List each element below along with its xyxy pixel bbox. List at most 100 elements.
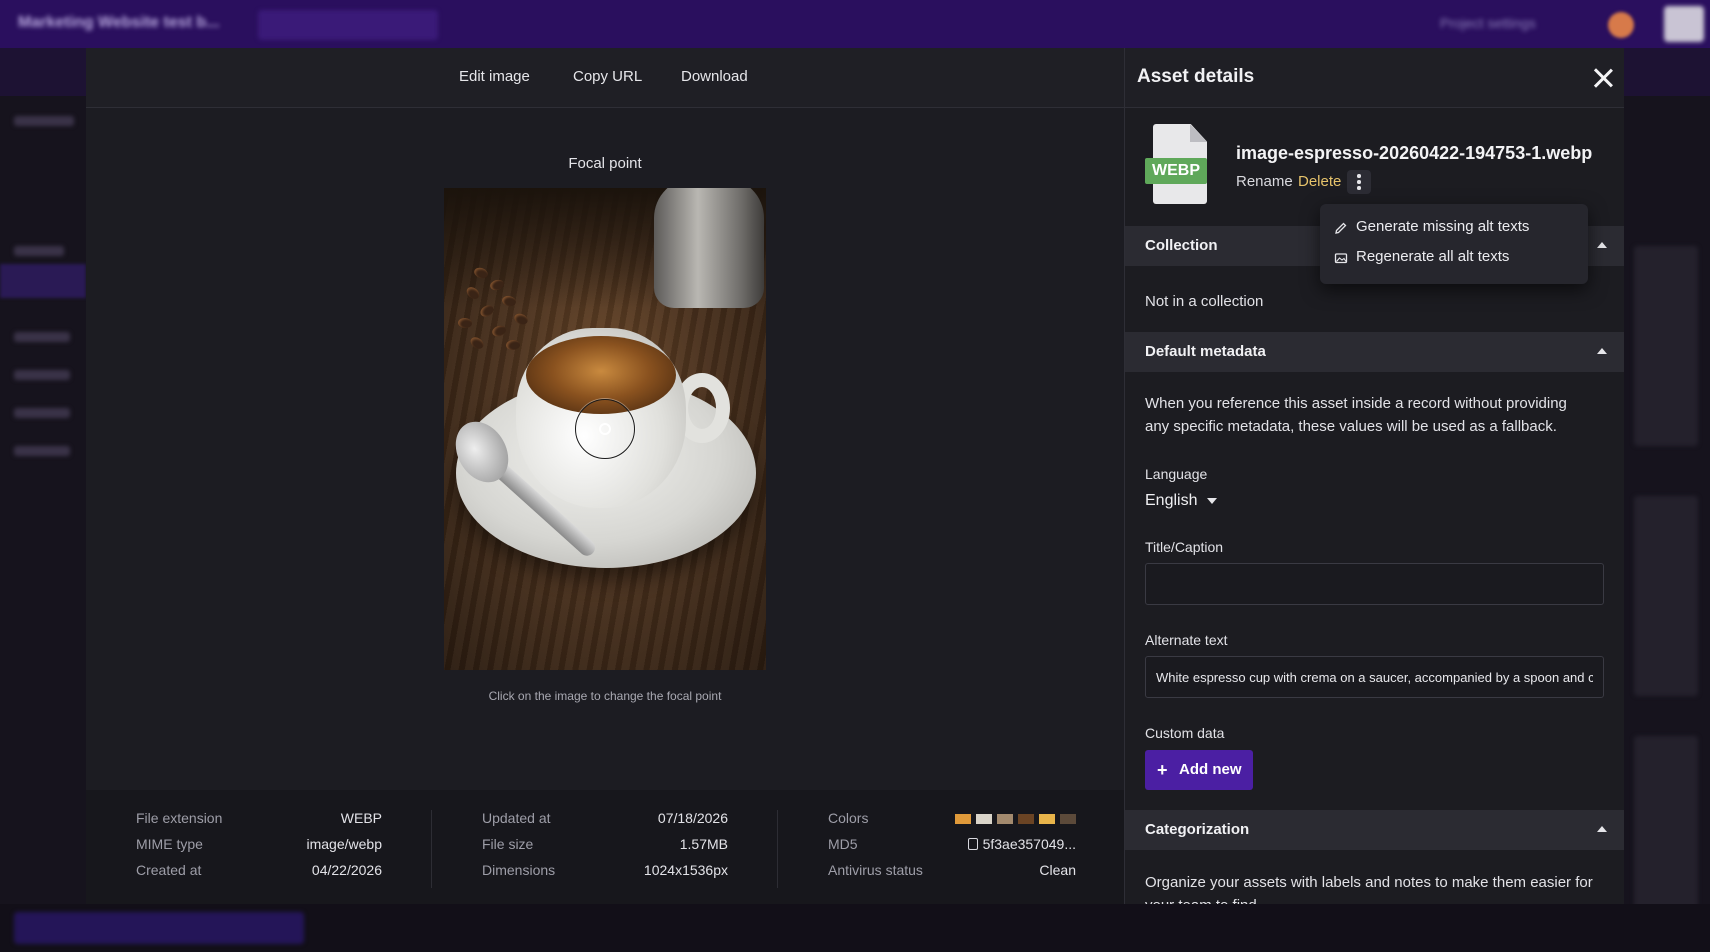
delete-button[interactable]: Delete bbox=[1298, 173, 1341, 190]
menu-item-label: Regenerate all alt texts bbox=[1356, 248, 1510, 265]
edit-image-button[interactable]: Edit image bbox=[459, 68, 530, 85]
close-icon[interactable] bbox=[1589, 64, 1617, 92]
file-type-badge: WEBP bbox=[1145, 158, 1207, 184]
environment-pill bbox=[258, 10, 438, 40]
title-caption-label: Title/Caption bbox=[1145, 539, 1224, 555]
color-swatches bbox=[955, 814, 1076, 824]
language-value: English bbox=[1145, 492, 1198, 509]
preview-toolbar: Edit image Copy URL Download bbox=[86, 48, 1124, 108]
metadata-value: image/webp bbox=[306, 836, 383, 852]
details-header: Asset details bbox=[1125, 48, 1624, 108]
metadata-value: 04/22/2026 bbox=[311, 862, 382, 878]
more-options-icon[interactable] bbox=[1347, 170, 1371, 194]
default-metadata-description: When you reference this asset inside a r… bbox=[1145, 395, 1567, 435]
collapse-caret-icon bbox=[1597, 348, 1607, 354]
file-name: image-espresso-20260422-194753-1.webp bbox=[1236, 143, 1593, 163]
image-icon bbox=[1334, 253, 1348, 264]
collapse-caret-icon bbox=[1597, 242, 1607, 248]
details-title: Asset details bbox=[1137, 66, 1255, 87]
image-preview-pane: Edit image Copy URL Download Focal point bbox=[86, 48, 1124, 904]
metadata-divider bbox=[777, 810, 778, 888]
section-title: Categorization bbox=[1145, 821, 1250, 838]
background-sidebar bbox=[0, 96, 86, 952]
section-title: Collection bbox=[1145, 237, 1218, 254]
focal-point-hint: Click on the image to change the focal p… bbox=[488, 689, 722, 703]
focal-point-title: Focal point bbox=[568, 155, 642, 172]
focal-point-marker[interactable] bbox=[575, 399, 635, 459]
color-swatch bbox=[955, 814, 971, 824]
section-categorization[interactable]: Categorization bbox=[1125, 810, 1624, 850]
metadata-value: 1.57MB bbox=[679, 836, 728, 852]
project-settings-link: Project settings bbox=[1440, 15, 1536, 31]
metadata-key: File size bbox=[482, 836, 534, 852]
avatar bbox=[1608, 12, 1634, 38]
alternate-text-input[interactable] bbox=[1145, 656, 1604, 698]
file-metadata-bar: File extension WEBP MIME type image/webp… bbox=[86, 790, 1124, 904]
file-type-icon: WEBP bbox=[1145, 124, 1207, 204]
custom-data-label: Custom data bbox=[1145, 725, 1225, 741]
metadata-key: File extension bbox=[136, 810, 223, 826]
asset-modal: Edit image Copy URL Download Focal point bbox=[86, 48, 1624, 904]
color-swatch bbox=[1039, 814, 1055, 824]
background-card bbox=[1634, 496, 1698, 696]
background-top-bar: Marketing Website test b... Project sett… bbox=[0, 0, 1710, 48]
metadata-key: MIME type bbox=[136, 836, 203, 852]
app-switcher-icon bbox=[1664, 6, 1704, 42]
metadata-value: WEBP bbox=[340, 810, 382, 826]
new-collection-button bbox=[14, 912, 304, 944]
sidebar-placeholder bbox=[14, 408, 70, 418]
sidebar-placeholder bbox=[14, 246, 64, 256]
chevron-down-icon bbox=[1207, 497, 1218, 504]
rename-button[interactable]: Rename bbox=[1236, 173, 1293, 190]
sidebar-placeholder bbox=[14, 370, 70, 380]
copy-icon bbox=[967, 838, 978, 850]
add-new-button[interactable]: + Add new bbox=[1145, 750, 1253, 790]
metadata-key: Colors bbox=[828, 810, 869, 826]
metadata-key: MD5 bbox=[828, 836, 858, 852]
metadata-key: Updated at bbox=[482, 810, 551, 826]
metadata-column: File extension WEBP MIME type image/webp… bbox=[136, 790, 382, 904]
section-default-metadata[interactable]: Default metadata bbox=[1125, 332, 1624, 372]
more-options-menu: Generate missing alt texts Regenerate al… bbox=[1320, 204, 1588, 284]
copy-url-button[interactable]: Copy URL bbox=[573, 68, 642, 85]
metadata-column: Colors MD5 5f3ae357049... Antivirus stat… bbox=[828, 790, 1076, 904]
metadata-key: Created at bbox=[136, 862, 202, 878]
metadata-key: Antivirus status bbox=[828, 862, 923, 878]
sidebar-placeholder bbox=[14, 332, 70, 342]
color-swatch bbox=[1018, 814, 1034, 824]
metadata-divider bbox=[431, 810, 432, 888]
md5-text: 5f3ae357049... bbox=[982, 836, 1076, 852]
add-new-label: Add new bbox=[1179, 761, 1242, 778]
background-footer bbox=[0, 904, 1710, 952]
asset-details-panel: Asset details WEBP image-espresso-202604… bbox=[1124, 48, 1624, 904]
menu-item-label: Generate missing alt texts bbox=[1356, 218, 1530, 235]
background-grid bbox=[1624, 96, 1710, 952]
pencil-icon bbox=[1335, 222, 1347, 234]
portafilter-shape bbox=[654, 188, 764, 308]
color-swatch bbox=[997, 814, 1013, 824]
metadata-value: 1024x1536px bbox=[643, 862, 728, 878]
md5-value[interactable]: 5f3ae357049... bbox=[967, 836, 1076, 852]
sidebar-placeholder bbox=[14, 446, 70, 456]
metadata-value: 07/18/2026 bbox=[657, 810, 728, 826]
section-title: Default metadata bbox=[1145, 343, 1266, 360]
title-caption-input[interactable] bbox=[1145, 563, 1604, 605]
language-label: Language bbox=[1145, 466, 1208, 482]
focal-point-dot bbox=[599, 423, 611, 435]
metadata-column: Updated at 07/18/2026 File size 1.57MB D… bbox=[482, 790, 728, 904]
color-swatch bbox=[976, 814, 992, 824]
categorization-description: Organize your assets with labels and not… bbox=[1145, 874, 1593, 904]
color-swatch bbox=[1060, 814, 1076, 824]
metadata-value: Clean bbox=[1039, 862, 1076, 878]
sidebar-active-item bbox=[0, 264, 86, 298]
plus-icon: + bbox=[1157, 760, 1168, 780]
language-select[interactable]: English bbox=[1145, 492, 1218, 510]
background-card bbox=[1634, 246, 1698, 446]
alternate-text-label: Alternate text bbox=[1145, 632, 1228, 648]
metadata-key: Dimensions bbox=[482, 862, 556, 878]
project-name: Marketing Website test b... bbox=[18, 14, 220, 31]
collection-value: Not in a collection bbox=[1145, 293, 1264, 310]
collapse-caret-icon bbox=[1597, 826, 1607, 832]
download-button[interactable]: Download bbox=[681, 68, 748, 85]
sidebar-placeholder bbox=[14, 116, 74, 126]
